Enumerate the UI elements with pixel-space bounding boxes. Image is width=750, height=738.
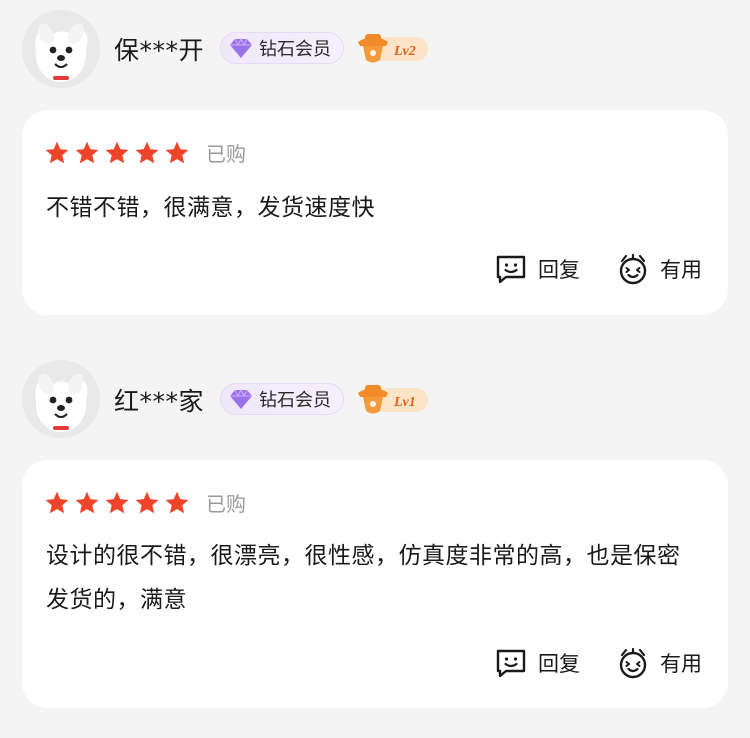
bought-tag: 已购 — [206, 492, 246, 516]
member-label: 钻石会员 — [259, 39, 331, 60]
review-text: 设计的很不错，很漂亮，很性感，仿真度非常的高，也是保密发货的，满意 — [46, 543, 681, 613]
star-icon — [165, 141, 189, 163]
avatar[interactable] — [22, 360, 100, 438]
star-icon — [45, 491, 69, 513]
star-icon — [75, 491, 99, 513]
reviewer-row: 红***家 钻石会员 Lv1 — [0, 350, 750, 440]
star-icon — [135, 491, 159, 513]
star-icon — [75, 141, 99, 163]
member-badge: 钻石会员 — [220, 32, 344, 64]
useful-button[interactable]: 有用 — [616, 646, 702, 680]
reply-button[interactable]: 回复 — [494, 252, 580, 286]
level-badge: Lv1 — [356, 381, 430, 417]
review-card: 已购 不错不错，很满意，发货速度快 回复 有用 — [22, 110, 728, 315]
reviewer-row: 保***开 钻石会员 Lv2 — [0, 0, 750, 90]
star-icon — [165, 491, 189, 513]
star-icon — [105, 491, 129, 513]
star-icon — [105, 141, 129, 163]
avatar[interactable] — [22, 10, 100, 88]
username: 红***家 — [114, 387, 205, 416]
useful-label: 有用 — [660, 258, 702, 282]
useful-face-icon — [619, 647, 647, 679]
review-actions: 回复 有用 — [494, 252, 702, 286]
review-actions: 回复 有用 — [494, 646, 702, 680]
useful-button[interactable]: 有用 — [616, 252, 702, 286]
reply-label: 回复 — [538, 652, 580, 676]
useful-label: 有用 — [660, 652, 702, 676]
star-icon — [45, 141, 69, 163]
rating-stars: 已购 — [44, 138, 246, 167]
comment-icon — [496, 649, 526, 678]
useful-face-icon — [619, 253, 647, 285]
diamond-icon — [230, 388, 252, 409]
level-badge: Lv2 — [356, 30, 430, 66]
star-icon — [135, 141, 159, 163]
review-item: 保***开 钻石会员 Lv2 已购 不错不错，很满意，发货速度快 回复 有用 — [0, 0, 750, 315]
level-text: Lv1 — [393, 395, 416, 410]
review-item: 红***家 钻石会员 Lv1 已购 设计的很不错，很漂亮，很性感，仿真度非常的高… — [0, 350, 750, 708]
review-text: 不错不错，很满意，发货速度快 — [46, 195, 375, 221]
username: 保***开 — [114, 36, 205, 65]
level-text: Lv2 — [393, 44, 416, 59]
member-label: 钻石会员 — [259, 390, 331, 411]
member-badge: 钻石会员 — [220, 383, 344, 415]
review-card: 已购 设计的很不错，很漂亮，很性感，仿真度非常的高，也是保密发货的，满意 回复 — [22, 460, 728, 708]
reply-button[interactable]: 回复 — [494, 646, 580, 680]
reply-label: 回复 — [538, 258, 580, 282]
comment-icon — [496, 255, 526, 284]
rating-stars: 已购 — [44, 488, 246, 517]
bought-tag: 已购 — [206, 142, 246, 166]
diamond-icon — [230, 37, 252, 58]
